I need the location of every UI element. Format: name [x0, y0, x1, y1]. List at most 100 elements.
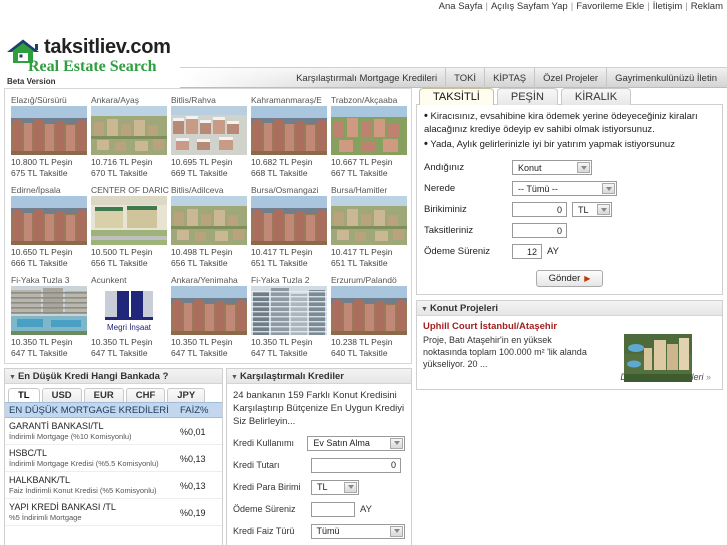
- chevron-down-icon[interactable]: [390, 437, 403, 449]
- search-birikiminiz-input[interactable]: 0: [512, 202, 567, 217]
- collapse-triangle-icon[interactable]: ▼: [9, 374, 16, 381]
- property-image[interactable]: [171, 286, 247, 335]
- chevron-down-icon[interactable]: [577, 162, 590, 173]
- property-card[interactable]: Kahramanmaraş/E 10.682 TL Peşin 668 TL Tak…: [251, 94, 330, 179]
- logo-tagline: Real Estate Search: [28, 58, 157, 75]
- property-image[interactable]: [171, 106, 247, 155]
- property-card[interactable]: Edirne/İpsala 10.650 TL Peşin 666 TL Taksi…: [11, 184, 90, 269]
- top-link-reklam[interactable]: Reklam: [691, 1, 723, 12]
- menu-item-karsilastirmali-mortgage-kredileri[interactable]: Karşılaştırmalı Mortgage Kredileri: [288, 68, 445, 89]
- property-price: 10.695 TL Peşin: [171, 157, 233, 167]
- property-price: 10.350 TL Peşin: [251, 337, 313, 347]
- lowest-credit-header[interactable]: ▼ En Düşük Kredi Hangi Bankada ?: [5, 369, 222, 384]
- property-installment: 647 TL Taksitle: [91, 348, 148, 358]
- property-card[interactable]: Bitlis/Rahva 10.695 TL Peşin 669 TL Taksit…: [171, 94, 250, 179]
- konut-projeleri-header[interactable]: ▼ Konut Projeleri: [417, 301, 722, 316]
- chevron-down-icon[interactable]: [602, 183, 615, 194]
- top-link-iletisim[interactable]: İletişim: [653, 1, 683, 12]
- menu-item-gayrimenkulunuzu-iletin[interactable]: Gayrimenkulünüzü İletin: [606, 68, 725, 89]
- search-nerede-select[interactable]: -- Tümü --: [512, 181, 617, 196]
- property-card[interactable]: Bursa/Osmangazi 10.417 TL Peşin 651 TL Tak…: [251, 184, 330, 269]
- property-image[interactable]: [331, 286, 407, 335]
- konut-project-thumbnail[interactable]: [624, 334, 692, 382]
- comparative-credits-header[interactable]: ▼ Karşılaştırmalı Krediler: [227, 369, 411, 384]
- search-and-n-z-select[interactable]: Konut: [512, 160, 592, 175]
- bank-col-rate-header: FAİZ%: [180, 404, 209, 416]
- konut-project-title[interactable]: Uphill Court İstanbul/Ataşehir: [423, 321, 716, 332]
- compare-kredi-faiz-t-r--select[interactable]: Tümü: [310, 523, 405, 539]
- bank-info: YAPI KREDİ BANKASI /TL %5 İndirimli Mortg…: [5, 502, 180, 523]
- currency-tab-eur[interactable]: EUR: [83, 388, 124, 402]
- menu-item-toki[interactable]: TOKİ: [445, 68, 484, 89]
- compare-kredi-para-birimi-select[interactable]: TL: [311, 479, 359, 495]
- property-thumbnail-image: [171, 106, 247, 155]
- search-birikiminiz-currency-select[interactable]: TL: [572, 202, 612, 217]
- menu-item-ozel-projeler[interactable]: Özel Projeler: [534, 68, 606, 89]
- property-row: Elazığ/Sürsürü 10.800 TL Peşin 675 TL Taks…: [11, 94, 411, 179]
- property-image[interactable]: [251, 106, 327, 155]
- bank-row[interactable]: YAPI KREDİ BANKASI /TL %5 İndirimli Mortg…: [5, 499, 222, 526]
- property-image[interactable]: [11, 196, 87, 245]
- top-link-ana-sayfa[interactable]: Ana Sayfa: [439, 1, 483, 12]
- property-image[interactable]: [171, 196, 247, 245]
- property-image[interactable]: [251, 196, 327, 245]
- search-tab-taksi-tli-[interactable]: TAKSİTLİ: [419, 88, 494, 105]
- property-thumbnail-image: [11, 106, 87, 155]
- currency-tab-jpy[interactable]: JPY: [167, 388, 206, 402]
- search-tab-pe-i-n[interactable]: PEŞİN: [496, 88, 558, 105]
- chevron-down-icon[interactable]: [344, 481, 357, 493]
- property-image[interactable]: Megri İnşaat: [91, 286, 167, 335]
- bank-row[interactable]: GARANTİ BANKASI/TL İndirimli Mortgage (%1…: [5, 418, 222, 445]
- select-value: Konut: [518, 162, 542, 173]
- menu-item-kiptas[interactable]: KİPTAŞ: [484, 68, 534, 89]
- property-card[interactable]: Trabzon/Akçaaba 10.667 TL Peşin 667 TL Tak…: [331, 94, 410, 179]
- bank-info: HALKBANK/TL Faiz İndirimli Konut Kredisi …: [5, 475, 180, 496]
- property-card[interactable]: CENTER OF DARIC 10.500 TL Peşin 656 TL Tak…: [91, 184, 170, 269]
- currency-tab-chf[interactable]: CHF: [125, 388, 166, 402]
- property-image[interactable]: [11, 106, 87, 155]
- search--deme-s-reniz-input[interactable]: 12: [512, 244, 542, 259]
- search-tab-ki-ralik[interactable]: KİRALIK: [560, 88, 632, 105]
- bank-info: GARANTİ BANKASI/TL İndirimli Mortgage (%1…: [5, 421, 180, 442]
- property-card[interactable]: Fi-Yaka Tuzla 3 10.350 TL Peşin 647 TL Tak…: [11, 274, 90, 359]
- property-image[interactable]: [331, 196, 407, 245]
- property-card[interactable]: Erzurum/Palandö 10.238 TL Peşin 640 TL Tak…: [331, 274, 410, 359]
- currency-tab-usd[interactable]: USD: [41, 388, 82, 402]
- top-link-favorileme-ekle[interactable]: Favorileme Ekle: [576, 1, 644, 12]
- compare-kredi-kullan-m--select[interactable]: Ev Satın Alma: [307, 435, 405, 451]
- property-card[interactable]: Ankara/Yenimaha 10.350 TL Peşin 647 TL Tak…: [171, 274, 250, 359]
- collapse-triangle-icon[interactable]: ▼: [231, 374, 238, 381]
- chevron-down-icon[interactable]: [597, 204, 610, 215]
- property-card[interactable]: Elazığ/Sürsürü 10.800 TL Peşin 675 TL Taks…: [11, 94, 90, 179]
- search-field-row: Birikiminiz 0 TL: [424, 199, 715, 220]
- property-card[interactable]: Acunkent Megri İnşaat 10.350 TL Peşin 647 T…: [91, 274, 170, 359]
- search-field-row: Nerede -- Tümü --: [424, 178, 715, 199]
- compare-field-label: Kredi Para Birimi: [233, 482, 301, 492]
- search-field-label: Taksitleriniz: [424, 225, 474, 236]
- property-installment: 647 TL Taksitle: [171, 348, 228, 358]
- chevron-down-icon[interactable]: [390, 525, 403, 537]
- property-image[interactable]: [251, 286, 327, 335]
- collapse-triangle-icon[interactable]: ▼: [421, 306, 428, 313]
- currency-tab-tl[interactable]: TL: [8, 388, 40, 402]
- konut-projeleri-header-label: Konut Projeleri: [429, 303, 499, 314]
- bank-row[interactable]: HALKBANK/TL Faiz İndirimli Konut Kredisi …: [5, 472, 222, 499]
- property-image[interactable]: [11, 286, 87, 335]
- page-root: Ana Sayfa | Açılış Sayfam Yap | Favorileme E…: [0, 0, 727, 545]
- property-card[interactable]: Ankara/Ayaş 10.716 TL Peşin 670 TL Taksitl…: [91, 94, 170, 179]
- property-image[interactable]: [331, 106, 407, 155]
- select-value: Tümü: [316, 526, 340, 536]
- search-taksitleriniz-input[interactable]: 0: [512, 223, 567, 238]
- property-card[interactable]: Fi-Yaka Tuzla 2 10.350 TL Peşin 647 TL Tak…: [251, 274, 330, 359]
- property-title: Acunkent: [91, 275, 127, 285]
- compare-kredi-tutar--input[interactable]: 0: [311, 457, 401, 473]
- property-image[interactable]: [91, 196, 167, 245]
- property-card[interactable]: Bursa/Hamitler 10.417 TL Peşin 651 TL Taks…: [331, 184, 410, 269]
- top-link-acilis-sayfam-yap[interactable]: Açılış Sayfam Yap: [491, 1, 568, 12]
- compare--deme-s-reniz-input[interactable]: [311, 501, 355, 517]
- menu-items: Karşılaştırmalı Mortgage Kredileri TOKİ …: [288, 68, 725, 89]
- gonder-submit-button[interactable]: Gönder ▶: [535, 270, 604, 287]
- property-card[interactable]: Bitlis/Adilceva 10.498 TL Peşin 656 TL Tak…: [171, 184, 250, 269]
- bank-row[interactable]: HSBC/TL İndirimli Mortgage Kredisi (%5.5 …: [5, 445, 222, 472]
- property-image[interactable]: [91, 106, 167, 155]
